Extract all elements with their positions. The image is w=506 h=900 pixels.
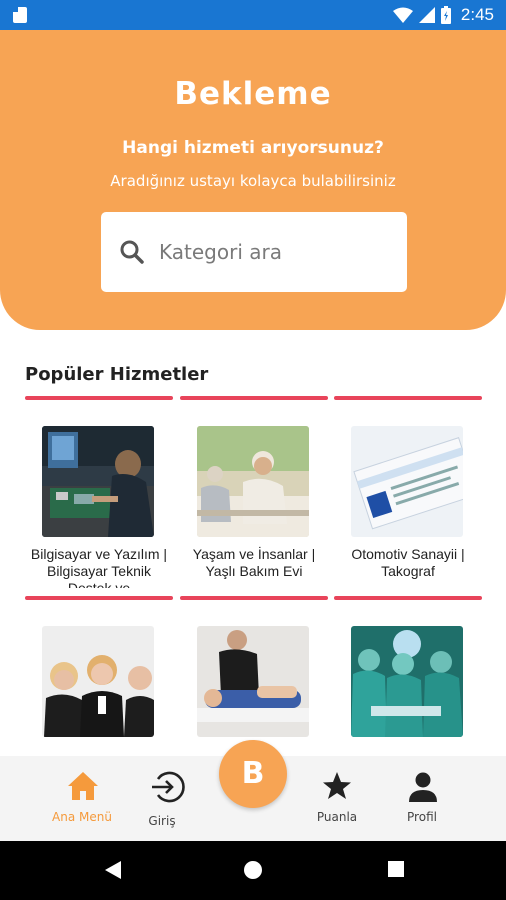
card-accent-bar — [180, 596, 328, 600]
service-label: Yaşam ve İnsanlar | Yaşlı Bakım Evi — [192, 546, 316, 579]
nav-item-login[interactable]: Giriş — [117, 756, 207, 841]
nav-item-profile[interactable]: Profil — [377, 756, 467, 841]
login-icon — [152, 771, 185, 803]
search-input[interactable] — [159, 240, 389, 264]
nav-label-profile: Profil — [407, 810, 437, 824]
center-fab-button[interactable]: B — [219, 740, 287, 808]
system-nav-bar — [0, 841, 506, 900]
fab-logo: B — [241, 756, 265, 791]
nav-item-rate[interactable]: Puanla — [292, 756, 382, 841]
nav-label-login: Giriş — [148, 814, 176, 828]
status-icons: 2:45 — [392, 5, 494, 25]
status-time: 2:45 — [460, 5, 494, 24]
home-icon — [68, 772, 98, 800]
service-card[interactable]: Yaşam ve İnsanlar | Yaşlı Bakım Evi — [180, 396, 328, 588]
card-accent-bar — [334, 396, 482, 400]
header-banner: Bekleme Hangi hizmeti arıyorsunuz? Aradı… — [0, 30, 506, 330]
search-box[interactable] — [101, 212, 407, 292]
header-subtitle: Hangi hizmeti arıyorsunuz? — [122, 138, 384, 158]
card-accent-bar — [334, 596, 482, 600]
brand-logo: Bekleme — [174, 76, 332, 112]
wifi-icon — [392, 7, 413, 23]
nav-label-home: Ana Menü — [52, 810, 112, 824]
computer-repair-photo — [42, 426, 154, 537]
physiotherapy-photo — [197, 626, 309, 737]
home-circle-icon[interactable] — [243, 860, 263, 880]
service-card[interactable] — [334, 596, 482, 756]
nav-label-rate: Puanla — [316, 810, 358, 824]
service-grid: Bilgisayar ve Yazılım | Bilgisayar Tekni… — [0, 396, 506, 756]
header-tagline: Aradığınız ustayı kolayca bulabilirsiniz — [110, 172, 396, 190]
service-label: Otomotiv Sanayii | Takograf — [351, 546, 465, 579]
status-bar: 2:45 — [0, 0, 506, 30]
card-accent-bar — [180, 396, 328, 400]
service-card[interactable]: Bilgisayar ve Yazılım | Bilgisayar Tekni… — [25, 396, 173, 588]
call-center-photo — [42, 626, 154, 737]
person-icon — [409, 772, 437, 802]
service-card[interactable] — [180, 596, 328, 756]
nav-item-home[interactable]: Ana Menü — [37, 756, 127, 841]
surgery-photo — [351, 626, 463, 737]
recents-icon[interactable] — [387, 860, 405, 878]
back-icon[interactable] — [104, 860, 122, 880]
elderly-care-photo — [197, 426, 309, 537]
card-accent-bar — [25, 396, 173, 400]
battery-icon — [440, 6, 451, 24]
card-accent-bar — [25, 596, 173, 600]
signal-icon — [418, 7, 435, 23]
tachograph-photo — [351, 426, 463, 537]
service-card[interactable]: Otomotiv Sanayii | Takograf — [334, 396, 482, 588]
search-icon — [120, 240, 144, 264]
sd-card-icon — [13, 7, 27, 23]
service-card[interactable] — [25, 596, 173, 756]
service-label: Bilgisayar ve Yazılım | Bilgisayar Tekni… — [30, 546, 168, 588]
section-title-popular: Popüler Hizmetler — [25, 364, 209, 385]
star-icon — [323, 772, 351, 799]
